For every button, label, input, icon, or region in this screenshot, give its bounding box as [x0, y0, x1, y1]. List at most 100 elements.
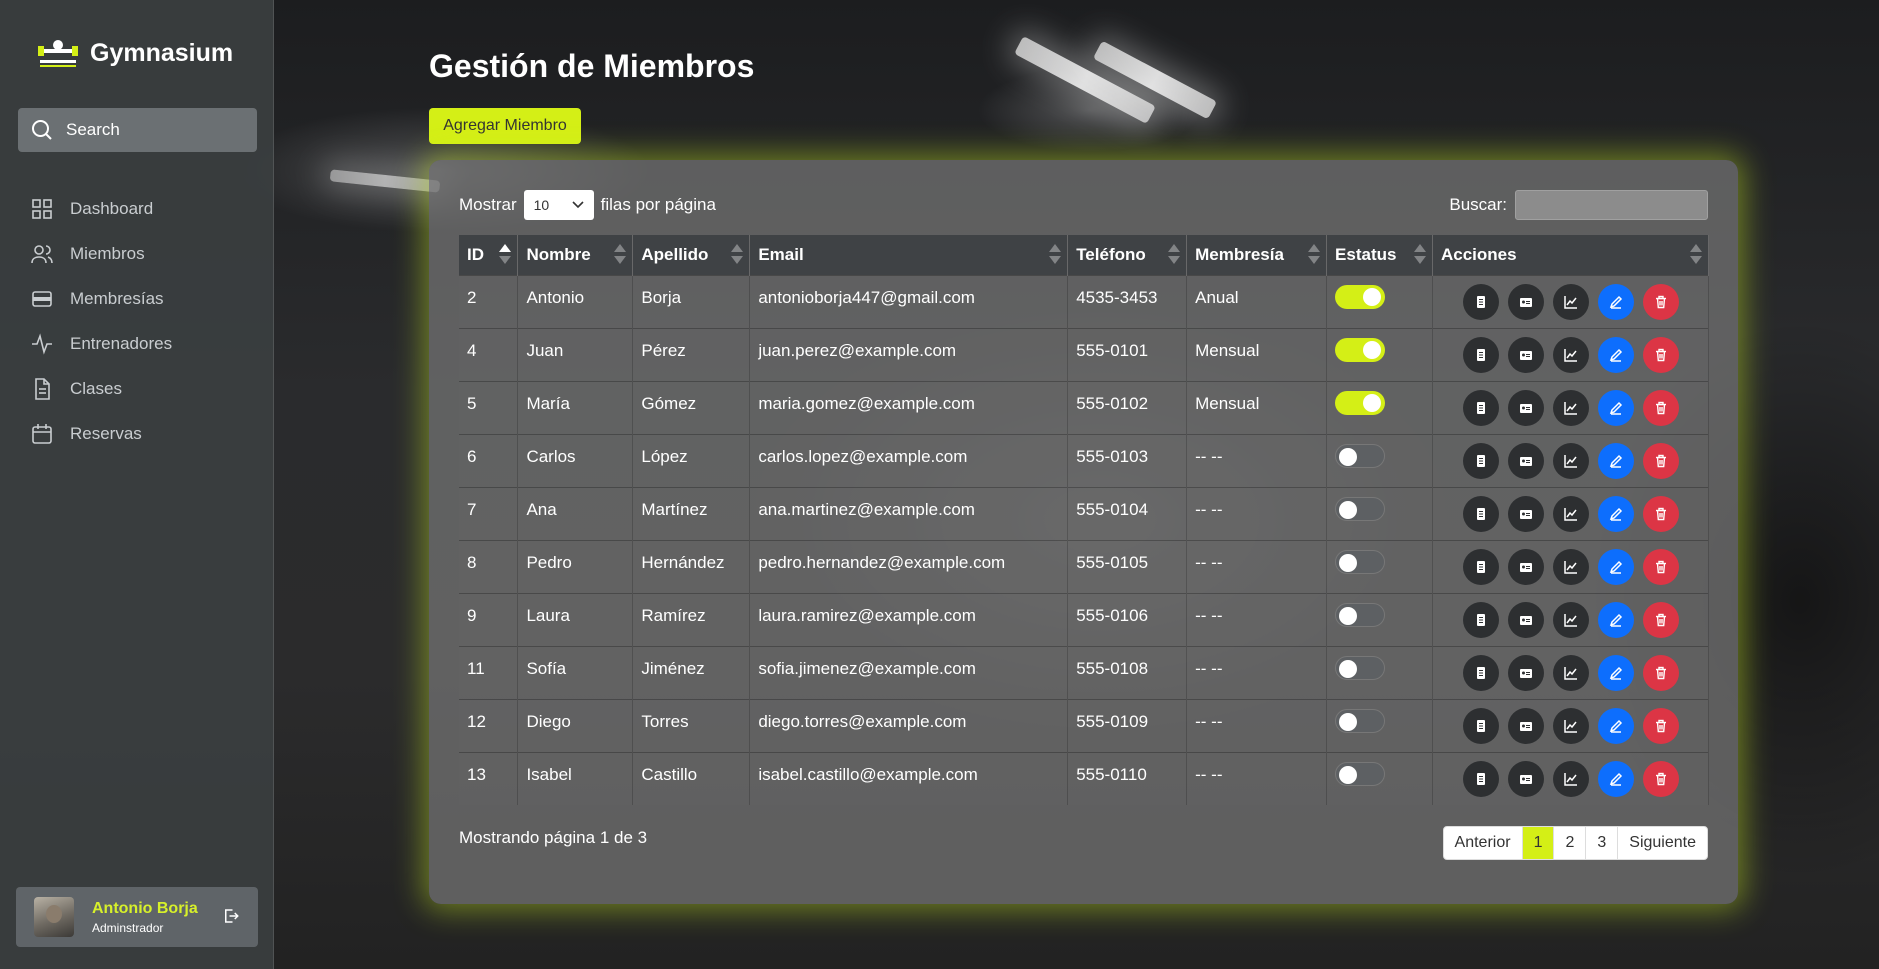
- chart-line-icon: [1564, 613, 1578, 627]
- progress-chart-button[interactable]: [1552, 601, 1589, 638]
- column-header-nombre[interactable]: Nombre: [517, 235, 634, 275]
- status-toggle[interactable]: [1335, 443, 1386, 468]
- progress-chart-button[interactable]: [1552, 760, 1589, 797]
- status-toggle[interactable]: [1335, 655, 1386, 680]
- sidebar-item-clases[interactable]: Clases: [30, 366, 172, 411]
- status-toggle[interactable]: [1335, 761, 1386, 786]
- pagination-page-2[interactable]: 2: [1554, 827, 1587, 859]
- column-header-id[interactable]: ID: [459, 235, 519, 275]
- pagination-page-3[interactable]: 3: [1586, 827, 1619, 859]
- id-card-button[interactable]: [1507, 654, 1544, 691]
- progress-chart-button[interactable]: [1552, 442, 1589, 479]
- edit-button[interactable]: [1597, 654, 1634, 691]
- id-card-button[interactable]: [1507, 283, 1544, 320]
- progress-chart-button[interactable]: [1552, 283, 1589, 320]
- progress-chart-button[interactable]: [1552, 707, 1589, 744]
- document-icon: [1474, 507, 1488, 521]
- status-toggle[interactable]: [1335, 337, 1386, 362]
- edit-button[interactable]: [1597, 707, 1634, 744]
- delete-button[interactable]: [1642, 495, 1679, 532]
- sidebar-search[interactable]: Search: [18, 108, 257, 152]
- edit-button[interactable]: [1597, 283, 1634, 320]
- avatar[interactable]: [34, 897, 74, 937]
- edit-button[interactable]: [1597, 760, 1634, 797]
- document-button[interactable]: [1462, 601, 1499, 638]
- pagination-page-1[interactable]: 1: [1522, 827, 1555, 859]
- status-toggle[interactable]: [1335, 496, 1386, 521]
- document-button[interactable]: [1462, 495, 1499, 532]
- pagination-next[interactable]: Siguiente: [1618, 827, 1707, 859]
- table-search-input[interactable]: [1515, 190, 1708, 220]
- cell-apellido: Hernández: [632, 539, 751, 593]
- column-header-telefono[interactable]: Teléfono: [1067, 235, 1188, 275]
- edit-button[interactable]: [1597, 442, 1634, 479]
- id-card-button[interactable]: [1507, 601, 1544, 638]
- document-button[interactable]: [1462, 707, 1499, 744]
- cell-telefono: 4535-3453: [1067, 274, 1188, 328]
- add-member-button[interactable]: Agregar Miembro: [429, 108, 581, 144]
- delete-button[interactable]: [1642, 707, 1679, 744]
- id-card-button[interactable]: [1507, 389, 1544, 426]
- document-button[interactable]: [1462, 389, 1499, 426]
- column-header-email[interactable]: Email: [749, 235, 1069, 275]
- column-header-acciones[interactable]: Acciones: [1432, 235, 1710, 275]
- progress-chart-button[interactable]: [1552, 548, 1589, 585]
- progress-chart-button[interactable]: [1552, 336, 1589, 373]
- members-table: ID Nombre Apellido Email Teléfono Membre…: [459, 235, 1710, 805]
- sidebar-item-entrenadores[interactable]: Entrenadores: [30, 321, 172, 366]
- id-card-button[interactable]: [1507, 760, 1544, 797]
- id-card-button[interactable]: [1507, 336, 1544, 373]
- status-toggle[interactable]: [1335, 284, 1386, 309]
- delete-button[interactable]: [1642, 442, 1679, 479]
- page-size-select[interactable]: 10: [523, 190, 594, 220]
- status-toggle[interactable]: [1335, 708, 1386, 733]
- pencil-icon: [1609, 507, 1623, 521]
- progress-chart-button[interactable]: [1552, 389, 1589, 426]
- show-suffix: filas por página: [600, 195, 716, 214]
- delete-button[interactable]: [1642, 283, 1679, 320]
- status-toggle[interactable]: [1335, 549, 1386, 574]
- edit-button[interactable]: [1597, 495, 1634, 532]
- user-card: Antonio Borja Adminstrador: [16, 887, 258, 947]
- column-header-estatus[interactable]: Estatus: [1326, 235, 1433, 275]
- document-button[interactable]: [1462, 336, 1499, 373]
- document-button[interactable]: [1462, 548, 1499, 585]
- logout-button[interactable]: [222, 907, 240, 930]
- trash-icon: [1654, 507, 1668, 521]
- id-card-button[interactable]: [1507, 707, 1544, 744]
- edit-button[interactable]: [1597, 389, 1634, 426]
- progress-chart-button[interactable]: [1552, 495, 1589, 532]
- sidebar-item-reservas[interactable]: Reservas: [30, 411, 172, 456]
- edit-button[interactable]: [1597, 336, 1634, 373]
- delete-button[interactable]: [1642, 389, 1679, 426]
- column-header-membresia[interactable]: Membresía: [1186, 235, 1328, 275]
- delete-button[interactable]: [1642, 336, 1679, 373]
- document-button[interactable]: [1462, 654, 1499, 691]
- delete-button[interactable]: [1642, 760, 1679, 797]
- sidebar-item-miembros[interactable]: Miembros: [30, 231, 172, 276]
- cell-estatus: [1326, 274, 1433, 328]
- delete-button[interactable]: [1642, 601, 1679, 638]
- sidebar-item-membresias[interactable]: Membresías: [30, 276, 172, 321]
- table-row: 2 Antonio Borja antonioborja447@gmail.com 45…: [459, 274, 1710, 328]
- brand[interactable]: Gymnasium: [36, 36, 233, 70]
- pagination-prev[interactable]: Anterior: [1444, 827, 1523, 859]
- edit-button[interactable]: [1597, 548, 1634, 585]
- document-button[interactable]: [1462, 760, 1499, 797]
- delete-button[interactable]: [1642, 654, 1679, 691]
- status-toggle[interactable]: [1335, 602, 1386, 627]
- cell-apellido: Jiménez: [632, 645, 751, 699]
- id-card-button[interactable]: [1507, 442, 1544, 479]
- column-header-apellido[interactable]: Apellido: [632, 235, 751, 275]
- edit-button[interactable]: [1597, 601, 1634, 638]
- id-card-button[interactable]: [1507, 495, 1544, 532]
- delete-button[interactable]: [1642, 548, 1679, 585]
- cell-nombre: Isabel: [517, 751, 634, 805]
- document-button[interactable]: [1462, 442, 1499, 479]
- document-button[interactable]: [1462, 283, 1499, 320]
- status-toggle[interactable]: [1335, 390, 1386, 415]
- progress-chart-button[interactable]: [1552, 654, 1589, 691]
- cell-acciones: [1432, 327, 1710, 381]
- sidebar-item-dashboard[interactable]: Dashboard: [30, 186, 172, 231]
- id-card-button[interactable]: [1507, 548, 1544, 585]
